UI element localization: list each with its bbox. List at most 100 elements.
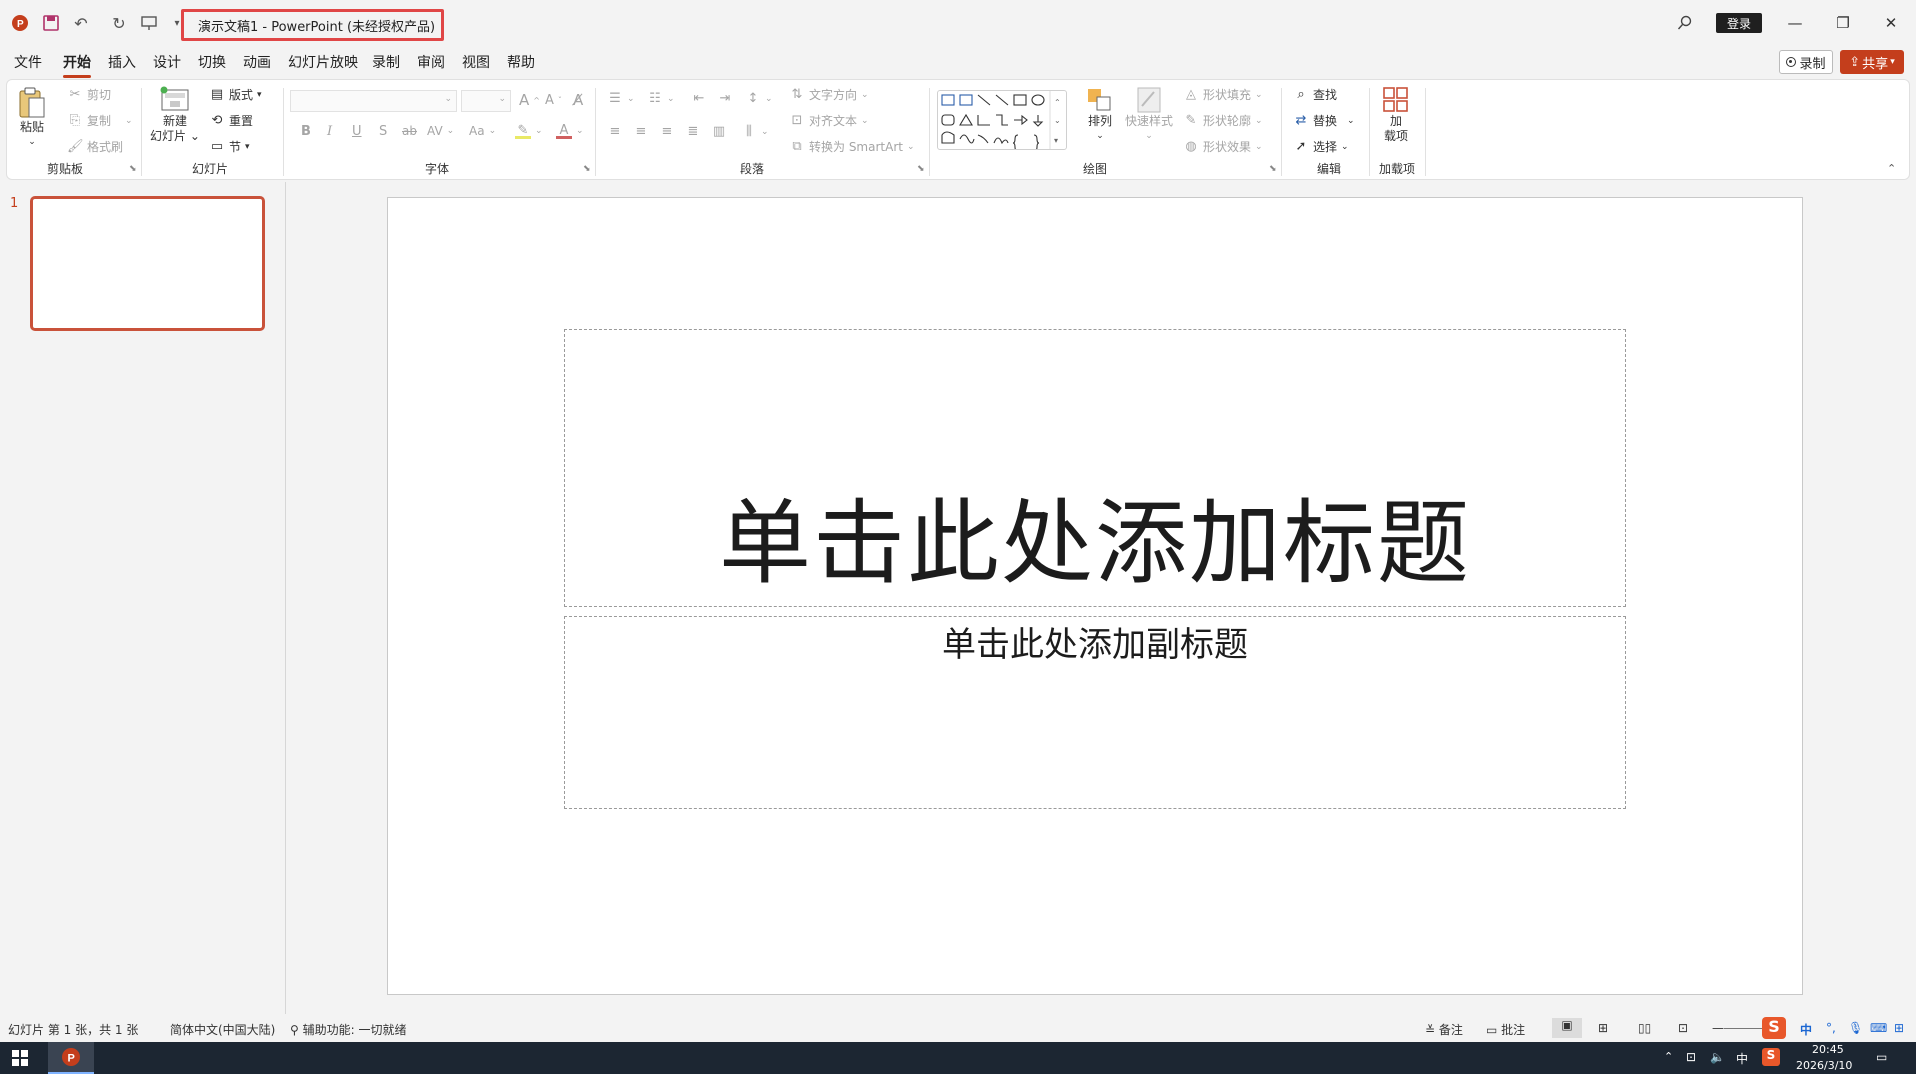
network-icon[interactable]: ⊡ (1686, 1050, 1696, 1064)
decrease-font-button[interactable]: Aˇ (545, 93, 562, 108)
underline-button[interactable]: U (352, 124, 362, 139)
notes-button[interactable]: ≚ 备注 (1425, 1021, 1463, 1038)
clock-time[interactable]: 20:45 (1812, 1043, 1844, 1056)
tab-home[interactable]: 开始 (63, 52, 91, 78)
redo-icon[interactable]: ↻ (108, 12, 130, 34)
share-button[interactable]: ⇪ 共享 ▾ (1840, 50, 1904, 74)
volume-icon[interactable]: 🔈 (1710, 1050, 1725, 1064)
numbering-button[interactable]: ☷ ⌄ (647, 91, 674, 107)
increase-indent-icon[interactable]: ⇥ (717, 91, 733, 107)
justify-icon[interactable]: ≣ (685, 124, 701, 140)
close-icon[interactable]: ✕ (1868, 8, 1914, 38)
font-size-select[interactable]: ⌄ (461, 90, 511, 112)
bold-button[interactable]: B (301, 124, 311, 139)
font-color-button[interactable]: A ⌄ (556, 123, 584, 139)
dialog-launcher-icon[interactable]: ⬊ (129, 164, 137, 174)
quick-styles-button[interactable]: 快速样式 ⌄ (1125, 86, 1173, 144)
character-spacing-button[interactable]: AV ⌄ (427, 124, 454, 138)
zoom-out-icon[interactable]: — (1712, 1021, 1724, 1035)
new-slide-button[interactable]: 新建 幻灯片 ⌄ (150, 86, 200, 144)
paste-button[interactable]: 粘贴 ⌄ (17, 86, 47, 150)
subtitle-placeholder[interactable]: 单击此处添加副标题 (564, 616, 1626, 809)
tab-file[interactable]: 文件 (14, 52, 42, 72)
columns-button[interactable]: ⫼ ⌄ (741, 124, 769, 140)
arrange-button[interactable]: 排列 ⌄ (1085, 86, 1115, 144)
tab-review[interactable]: 审阅 (417, 52, 445, 72)
section-button[interactable]: ▭ 节 ▾ (209, 138, 250, 155)
text-direction-button[interactable]: ⇅ 文字方向 ⌄ (789, 86, 869, 103)
tab-record[interactable]: 录制 (372, 52, 400, 72)
keyboard-icon[interactable]: ⌨ (1870, 1021, 1887, 1035)
italic-button[interactable]: I (327, 124, 332, 139)
tab-slideshow[interactable]: 幻灯片放映 (288, 52, 358, 72)
increase-font-button[interactable]: A ^ (519, 91, 540, 109)
convert-smartart-button[interactable]: ⧉ 转换为 SmartArt ⌄ (789, 138, 914, 155)
font-name-select[interactable]: ⌄ (290, 90, 457, 112)
taskbar-sogou-icon[interactable]: S (1762, 1048, 1780, 1066)
comments-button[interactable]: ▭ 批注 (1486, 1021, 1525, 1038)
align-left-icon[interactable]: ≡ (607, 124, 623, 140)
cut-button[interactable]: ✂ 剪切 (67, 86, 111, 103)
align-text-button[interactable]: ⊡ 对齐文本 ⌄ (789, 112, 869, 129)
change-case-button[interactable]: Aa ⌄ (469, 124, 496, 138)
shapes-gallery[interactable]: ⌃ ⌄ ▾ (937, 90, 1067, 152)
present-from-start-icon[interactable] (138, 12, 160, 34)
tab-help[interactable]: 帮助 (507, 52, 535, 72)
find-button[interactable]: ⌕ 查找 (1293, 86, 1337, 103)
shape-fill-button[interactable]: ◬ 形状填充 ⌄ (1183, 86, 1263, 103)
distributed-icon[interactable]: ▥ (711, 124, 727, 140)
tab-design[interactable]: 设计 (153, 52, 181, 72)
shape-effects-button[interactable]: ◍ 形状效果 ⌄ (1183, 138, 1262, 155)
slide-thumbnail[interactable] (30, 196, 265, 331)
collapse-ribbon-icon[interactable]: ⌃ (1887, 162, 1896, 175)
login-button[interactable]: 登录 (1716, 13, 1762, 33)
copy-button[interactable]: ⎘ 复制 ⌄ (67, 112, 133, 129)
zoom-slider[interactable] (1724, 1028, 1764, 1029)
ime-menu-icon[interactable]: ⊞ (1894, 1021, 1904, 1035)
normal-view-icon[interactable]: ▣ (1552, 1018, 1582, 1038)
minimize-icon[interactable]: — (1772, 8, 1818, 38)
undo-icon[interactable]: ↶ (70, 12, 92, 34)
text-shadow-button[interactable]: S (379, 124, 387, 139)
record-button[interactable]: 录制 (1779, 50, 1833, 74)
format-painter-button[interactable]: 🖌 格式刷 (67, 138, 123, 155)
highlight-button[interactable]: ✎ ⌄ (515, 123, 543, 139)
save-icon[interactable] (40, 12, 62, 34)
reset-button[interactable]: ⟲ 重置 (209, 112, 253, 129)
shape-outline-button[interactable]: ✎ 形状轮廓 ⌄ (1183, 112, 1263, 129)
dialog-launcher-icon[interactable]: ⬊ (1269, 164, 1277, 174)
addins-button[interactable]: 加 载项 (1381, 86, 1411, 144)
decrease-indent-icon[interactable]: ⇤ (691, 91, 707, 107)
tab-transitions[interactable]: 切换 (198, 52, 226, 72)
notifications-icon[interactable]: ▭ (1876, 1050, 1887, 1064)
title-placeholder[interactable]: 单击此处添加标题 (564, 329, 1626, 607)
slide-sorter-icon[interactable]: ⊞ (1598, 1021, 1608, 1035)
dialog-launcher-icon[interactable]: ⬊ (583, 164, 591, 174)
tab-insert[interactable]: 插入 (108, 52, 136, 72)
reading-view-icon[interactable]: ▯▯ (1638, 1021, 1651, 1035)
tab-view[interactable]: 视图 (462, 52, 490, 72)
windows-start-icon[interactable] (12, 1050, 28, 1069)
slideshow-view-icon[interactable]: ⊡ (1678, 1021, 1688, 1035)
layout-button[interactable]: ▤ 版式 ▾ (209, 86, 262, 103)
language-indicator[interactable]: 简体中文(中国大陆) (170, 1021, 275, 1038)
accessibility-indicator[interactable]: ⚲ 辅助功能: 一切就绪 (290, 1021, 406, 1038)
sogou-ime-icon[interactable]: S (1762, 1017, 1786, 1039)
ime-punctuation-icon[interactable]: °, (1826, 1021, 1836, 1035)
show-hidden-icons-icon[interactable]: ⌃ (1664, 1050, 1673, 1063)
microphone-icon[interactable]: 🎙 (1848, 1021, 1863, 1035)
align-center-icon[interactable]: ≡ (633, 124, 649, 140)
strikethrough-button[interactable]: ab (402, 124, 417, 138)
select-button[interactable]: ➚ 选择 ⌄ (1293, 138, 1349, 155)
dialog-launcher-icon[interactable]: ⬊ (917, 164, 925, 174)
ime-chinese-icon[interactable]: 中 (1800, 1021, 1812, 1038)
line-spacing-button[interactable]: ↕ ⌄ (745, 91, 773, 107)
restore-icon[interactable]: ❐ (1820, 8, 1866, 38)
tab-animations[interactable]: 动画 (243, 52, 271, 72)
slide-canvas[interactable]: 单击此处添加标题 单击此处添加副标题 (387, 197, 1803, 995)
replace-button[interactable]: ⇄ 替换 ⌄ (1293, 112, 1355, 129)
bullets-button[interactable]: ☰ ⌄ (607, 91, 634, 107)
taskbar-powerpoint-icon[interactable]: P (48, 1042, 94, 1074)
search-icon[interactable] (1674, 12, 1696, 34)
taskbar-ime-indicator[interactable]: 中 (1736, 1050, 1748, 1067)
